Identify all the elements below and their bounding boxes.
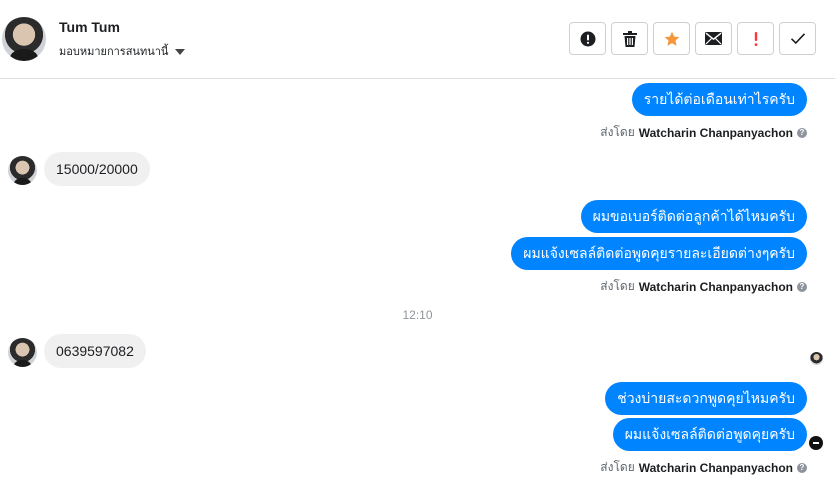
spam-button[interactable]: [737, 22, 774, 55]
sent-by-prefix: ส่งโดย: [600, 460, 635, 474]
delivered-status-icon: [809, 436, 823, 450]
check-icon: [790, 33, 805, 45]
outgoing-message[interactable]: ช่วงบ่ายสะดวกพูดคุยไหมครับ: [605, 382, 807, 415]
incoming-message[interactable]: 0639597082: [44, 334, 146, 368]
sent-by-line: ส่งโดย Watcharin Chanpanyachon ?: [600, 123, 807, 142]
contact-avatar-small: [8, 338, 37, 367]
alert-circle-button[interactable]: [569, 22, 606, 55]
help-icon[interactable]: ?: [797, 462, 807, 473]
exclamation-icon: [754, 31, 757, 46]
sender-name: Watcharin Chanpanyachon: [638, 279, 793, 294]
contact-name[interactable]: Tum Tum: [59, 19, 120, 35]
mark-unread-button[interactable]: [695, 22, 732, 55]
star-icon: [664, 31, 679, 46]
outgoing-message[interactable]: ผมแจ้งเซลล์ติดต่อพูดคุยครับ: [612, 418, 807, 451]
caret-down-icon: [175, 48, 186, 55]
contact-avatar[interactable]: [2, 17, 46, 61]
trash-icon: [622, 30, 637, 47]
outgoing-message[interactable]: รายได้ต่อเดือนเท่าไรครับ: [631, 83, 807, 116]
envelope-icon: [705, 32, 722, 45]
read-receipt-avatar: [810, 352, 823, 365]
sent-by-prefix: ส่งโดย: [600, 279, 635, 293]
help-icon[interactable]: ?: [797, 127, 807, 138]
outgoing-message[interactable]: ผมแจ้งเซลล์ติดต่อพูดคุยรายละเอียดต่างๆคร…: [511, 237, 807, 270]
conversation-header: Tum Tum มอบหมายการสนทนานี้: [0, 0, 835, 79]
contact-avatar-small: [8, 156, 37, 185]
sent-by-prefix: ส่งโดย: [600, 125, 635, 139]
assign-label: มอบหมายการสนทนานี้: [59, 46, 169, 58]
exclamation-circle-icon: [580, 31, 595, 46]
conversation-toolbar: [569, 22, 816, 55]
incoming-message[interactable]: 15000/20000: [44, 152, 150, 186]
delete-button[interactable]: [611, 22, 648, 55]
assign-conversation-dropdown[interactable]: มอบหมายการสนทนานี้: [59, 42, 186, 60]
outgoing-message[interactable]: ผมขอเบอร์ติดต่อลูกค้าได้ไหมครับ: [580, 200, 807, 233]
mark-done-button[interactable]: [779, 22, 816, 55]
help-icon[interactable]: ?: [797, 281, 807, 292]
sent-by-line: ส่งโดย Watcharin Chanpanyachon ?: [600, 458, 807, 477]
timestamp-divider: 12:10: [402, 308, 433, 322]
sender-name: Watcharin Chanpanyachon: [638, 460, 793, 475]
star-button[interactable]: [653, 22, 690, 55]
sent-by-line: ส่งโดย Watcharin Chanpanyachon ?: [600, 277, 807, 296]
sender-name: Watcharin Chanpanyachon: [638, 125, 793, 140]
